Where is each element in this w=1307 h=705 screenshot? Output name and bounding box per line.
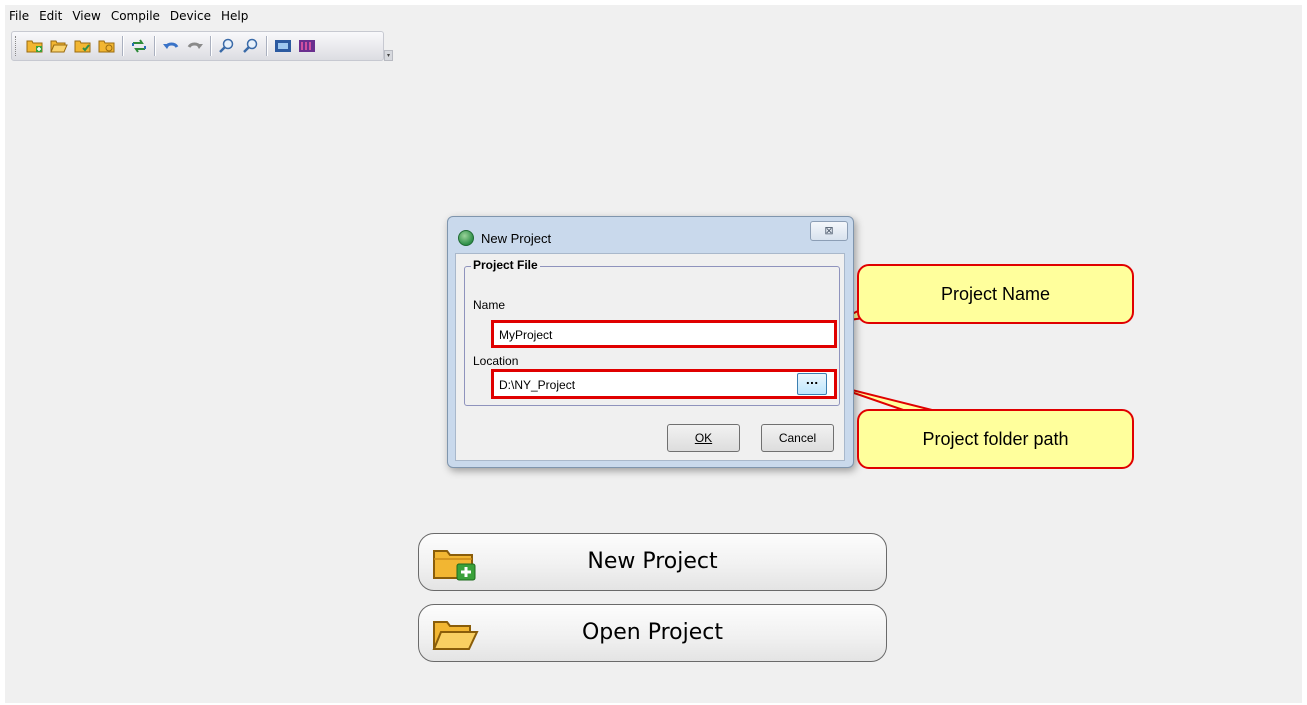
dialog-title: New Project — [481, 231, 552, 246]
toolbar-overflow-icon[interactable]: ▾ — [384, 50, 393, 61]
name-label: Name — [473, 298, 506, 312]
toolbar-separator — [122, 36, 124, 56]
close-button[interactable]: ⊠ — [810, 221, 848, 241]
zoom-in-icon[interactable] — [217, 36, 237, 56]
location-label: Location — [473, 354, 519, 368]
cancel-label: Cancel — [778, 431, 817, 445]
toolbar-separator — [154, 36, 156, 56]
callout-project-folder-path: Project folder path — [857, 409, 1134, 469]
menu-view[interactable]: View — [67, 5, 105, 27]
menu-file[interactable]: File — [5, 5, 34, 27]
app-logo-icon — [458, 230, 474, 246]
toolbar: ▾ — [11, 31, 393, 61]
new-project-button[interactable]: New Project — [418, 533, 887, 591]
menu-bar: File Edit View Compile Device Help — [5, 5, 253, 27]
undo-icon[interactable] — [161, 36, 181, 56]
open-project-button[interactable]: Open Project — [418, 604, 887, 662]
new-project-label: New Project — [587, 549, 718, 574]
toolbar-separator — [210, 36, 212, 56]
device-icon[interactable] — [273, 36, 293, 56]
save-project-icon[interactable] — [73, 36, 93, 56]
cancel-button[interactable]: Cancel — [761, 424, 834, 452]
spectrum-icon[interactable] — [297, 36, 317, 56]
open-project-icon[interactable] — [49, 36, 69, 56]
compile-icon[interactable] — [129, 36, 149, 56]
project-location-input[interactable]: D:\NY_Project — [491, 369, 837, 399]
group-title: Project File — [471, 258, 540, 272]
toolbar-separator — [266, 36, 268, 56]
dialog-titlebar[interactable]: New Project ⊠ — [448, 217, 853, 247]
project-name-input[interactable]: MyProject — [491, 320, 837, 348]
zoom-out-icon[interactable] — [241, 36, 261, 56]
menu-device[interactable]: Device — [165, 5, 216, 27]
save-all-icon[interactable] — [97, 36, 117, 56]
callout-project-name: Project Name — [857, 264, 1134, 324]
menu-help[interactable]: Help — [216, 5, 253, 27]
redo-icon[interactable] — [185, 36, 205, 56]
ok-label: OK — [694, 431, 713, 445]
ok-button[interactable]: OK — [667, 424, 740, 452]
new-project-icon[interactable] — [25, 36, 45, 56]
menu-edit[interactable]: Edit — [34, 5, 67, 27]
toolbar-grip[interactable] — [15, 36, 19, 56]
browse-button[interactable]: ... — [797, 373, 827, 395]
menu-compile[interactable]: Compile — [106, 5, 165, 27]
open-project-label: Open Project — [581, 620, 724, 645]
